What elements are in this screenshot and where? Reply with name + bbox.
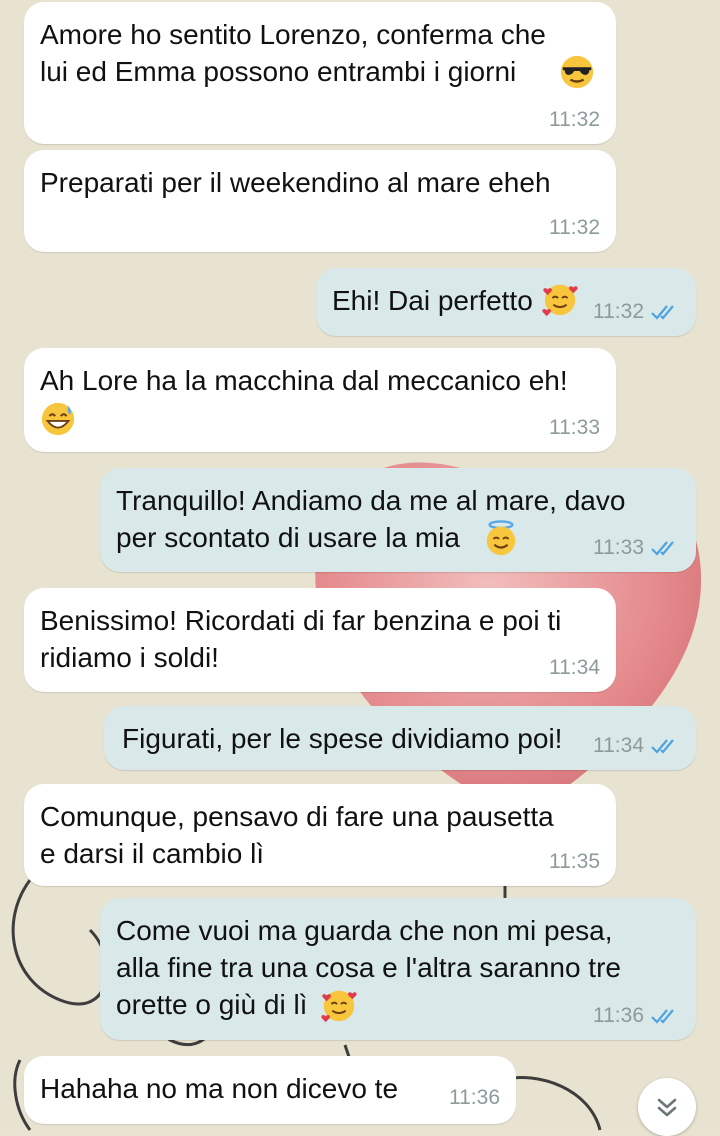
message-meta: 11:36 — [449, 1086, 500, 1110]
message-bubble-outgoing[interactable]: Ehi! Dai perfetto 11:32 — [316, 268, 696, 336]
message-bubble-outgoing[interactable]: Come vuoi ma guarda che non mi pesa, all… — [100, 898, 696, 1040]
message-time: 11:32 — [549, 108, 600, 131]
double-check-read-icon — [651, 1009, 674, 1024]
message-text: Ah Lore ha la macchina dal meccanico eh! — [40, 365, 568, 396]
message-text: Comunque, pensavo di fare una pausetta e… — [40, 801, 554, 869]
message-time: 11:32 — [549, 216, 600, 239]
message-text: Hahaha no ma non dicevo te — [40, 1073, 399, 1104]
double-check-read-icon — [651, 739, 674, 754]
message-time: 11:33 — [593, 536, 644, 559]
message-bubble-incoming[interactable]: Ah Lore ha la macchina dal meccanico eh!… — [24, 348, 616, 452]
message-meta: 11:34 — [593, 734, 680, 758]
grinning-sweat-face-icon — [41, 402, 75, 436]
message-meta: 11:32 — [549, 216, 600, 240]
halo-face-icon — [486, 520, 516, 556]
smiling-face-with-hearts-icon — [321, 990, 357, 1023]
message-meta: 11:32 — [549, 108, 600, 132]
message-bubble-incoming[interactable]: Preparati per il weekendino al mare eheh… — [24, 150, 616, 252]
message-meta: 11:33 — [549, 416, 600, 440]
message-time: 11:34 — [549, 656, 600, 679]
message-time: 11:36 — [593, 1004, 644, 1027]
message-meta: 11:32 — [593, 300, 680, 324]
message-bubble-outgoing[interactable]: Tranquillo! Andiamo da me al mare, davo … — [100, 468, 696, 572]
message-meta: 11:33 — [593, 536, 680, 560]
message-meta: 11:34 — [549, 656, 600, 680]
scroll-to-bottom-button[interactable] — [638, 1078, 696, 1136]
message-time: 11:35 — [549, 850, 600, 873]
sunglasses-face-icon — [560, 55, 594, 89]
message-text: Amore ho sentito Lorenzo, conferma che l… — [40, 19, 546, 87]
double-check-read-icon — [651, 305, 674, 320]
message-time: 11:34 — [593, 734, 644, 757]
message-bubble-incoming[interactable]: Amore ho sentito Lorenzo, conferma che l… — [24, 2, 616, 144]
message-time: 11:33 — [549, 416, 600, 439]
message-bubble-incoming[interactable]: Comunque, pensavo di fare una pausetta e… — [24, 784, 616, 886]
message-meta: 11:36 — [593, 1004, 680, 1028]
double-chevron-down-icon — [657, 1098, 677, 1117]
message-text: Benissimo! Ricordati di far benzina e po… — [40, 605, 562, 673]
message-bubble-incoming[interactable]: Hahaha no ma non dicevo te 11:36 — [24, 1056, 516, 1124]
message-time: 11:32 — [593, 300, 644, 323]
message-text: Preparati per il weekendino al mare eheh — [40, 167, 551, 198]
double-check-read-icon — [651, 541, 674, 556]
message-bubble-incoming[interactable]: Benissimo! Ricordati di far benzina e po… — [24, 588, 616, 692]
message-bubble-outgoing[interactable]: Figurati, per le spese dividiamo poi! 11… — [104, 706, 696, 770]
message-time: 11:36 — [449, 1086, 500, 1109]
message-meta: 11:35 — [549, 850, 600, 874]
smiling-face-with-hearts-icon — [542, 284, 578, 317]
